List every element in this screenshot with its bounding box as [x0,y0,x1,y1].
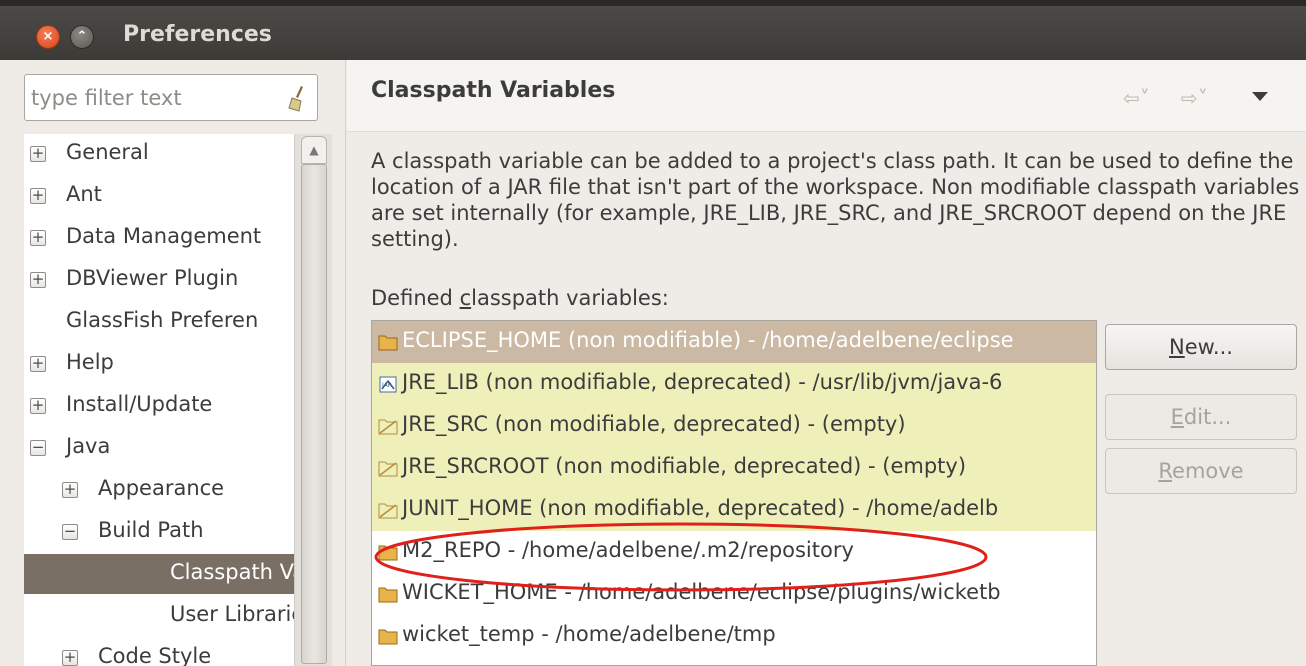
tree-item-label: DBViewer Plugin [66,266,239,290]
folder-icon [378,587,398,603]
variable-row[interactable]: WICKET_HOME - /home/adelbene/eclipse/plu… [372,573,1096,615]
tree-item[interactable]: User Libraries [24,596,294,636]
expand-icon[interactable]: + [30,146,46,162]
close-icon: × [42,29,54,44]
tree-item-label: Classpath Va [170,560,294,584]
filter-input[interactable] [31,82,271,114]
jar-icon: JAR [379,376,397,393]
variable-row[interactable]: wicket_temp - /home/adelbene/tmp [372,615,1096,657]
tree-item[interactable]: GlassFish Preferen [24,302,294,342]
tree-item[interactable]: − Java [24,428,294,468]
deprecated-folder-icon [378,419,398,435]
folder-icon [378,335,398,351]
collapse-icon[interactable]: − [62,524,78,540]
variable-text: WICKET_HOME - /home/adelbene/eclipse/plu… [402,580,1001,604]
window-title: Preferences [123,22,272,47]
preference-page: Classpath Variables ⇦˅ ⇨˅ A classpath va… [347,60,1306,666]
tree-item-label: Java [66,434,111,458]
classpath-variables-list[interactable]: ECLIPSE_HOME (non modifiable) - /home/ad… [371,320,1097,666]
tree-item[interactable]: + Ant [24,176,294,216]
variable-row[interactable]: JRE_SRCROOT (non modifiable, deprecated)… [372,447,1096,489]
variable-row[interactable]: JRE_SRC (non modifiable, deprecated) - (… [372,405,1096,447]
tree-item-label: Code Style [98,644,212,666]
remove-button[interactable]: Remove [1105,448,1297,494]
variable-text: wicket_temp - /home/adelbene/tmp [402,622,776,646]
collapse-icon[interactable]: − [30,440,46,456]
filter-box [24,74,318,121]
close-button[interactable]: × [36,25,60,49]
variable-text: JRE_SRCROOT (non modifiable, deprecated)… [402,454,967,478]
variable-row[interactable]: ECLIPSE_HOME (non modifiable) - /home/ad… [372,321,1096,363]
tree-item[interactable]: + Code Style [24,638,294,666]
minimize-icon: ⌃ [76,29,88,44]
deprecated-folder-icon [378,503,398,519]
preferences-tree: + General + Ant + Data Management + DBViewer Pl… [24,134,294,666]
variable-text: JRE_SRC (non modifiable, deprecated) - (… [402,412,906,436]
expand-icon[interactable]: + [62,482,78,498]
tree-item-label: Appearance [98,476,225,500]
preferences-navigation: + General + Ant + Data Management + DBViewer Pl… [0,60,346,666]
variable-row[interactable]: JUNIT_HOME (non modifiable, deprecated) … [372,489,1096,531]
folder-icon [378,629,398,645]
expand-icon[interactable]: + [30,398,46,414]
scroll-thumb[interactable] [301,164,327,664]
tree-item-label: Build Path [98,518,204,542]
expand-icon[interactable]: + [30,230,46,246]
scroll-up-arrow-icon[interactable]: ▲ [301,136,327,164]
tree-item[interactable]: + General [24,134,294,174]
variable-text: JUNIT_HOME (non modifiable, deprecated) … [402,496,999,520]
tree-item-label: General [66,140,149,164]
expand-icon[interactable]: + [30,272,46,288]
title-bar: × ⌃ Preferences [0,0,1306,60]
tree-item[interactable]: − Build Path [24,512,294,552]
edit-button[interactable]: Edit... [1105,394,1297,440]
variable-text: M2_REPO - /home/adelbene/.m2/repository [402,538,854,562]
variable-row[interactable]: M2_REPO - /home/adelbene/.m2/repository [372,531,1096,573]
tree-item-label: Help [66,350,114,374]
tree-item-label: User Libraries [170,602,294,626]
expand-icon[interactable]: + [62,650,78,666]
tree-item-label: Install/Update [66,392,213,416]
page-title: Classpath Variables [371,78,616,103]
variable-text: JRE_LIB (non modifiable, deprecated) - /… [402,370,1003,394]
variables-list-label: Defined classpath variables: [371,286,669,310]
page-description: A classpath variable can be added to a p… [371,149,1300,251]
folder-icon [378,545,398,561]
deprecated-folder-icon [378,461,398,477]
tree-item[interactable]: + Help [24,344,294,384]
minimize-button[interactable]: ⌃ [70,25,94,49]
page-header: Classpath Variables ⇦˅ ⇨˅ [347,60,1306,132]
expand-icon[interactable]: + [30,356,46,372]
tree-item[interactable]: + DBViewer Plugin [24,260,294,300]
tree-item-label: Data Management [66,224,262,248]
tree-item[interactable]: + Install/Update [24,386,294,426]
tree-item[interactable]: + Data Management [24,218,294,258]
forward-arrow-icon[interactable]: ⇨˅ [1181,86,1208,110]
view-menu-icon[interactable] [1252,92,1268,101]
new-button[interactable]: New... [1105,324,1297,370]
tree-item[interactable]: Classpath Va [24,554,294,594]
clear-filter-icon[interactable] [287,84,307,112]
tree-item-label: GlassFish Preferen [66,308,259,332]
svg-text:JAR: JAR [381,382,392,389]
back-arrow-icon[interactable]: ⇦˅ [1123,86,1150,110]
expand-icon[interactable]: + [30,188,46,204]
variable-row[interactable]: JAR JRE_LIB (non modifiable, deprecated) … [372,363,1096,405]
tree-item[interactable]: + Appearance [24,470,294,510]
tree-item-label: Ant [66,182,102,206]
tree-scrollbar[interactable]: ▲ [294,134,332,666]
variable-text: ECLIPSE_HOME (non modifiable) - /home/ad… [402,328,1014,352]
